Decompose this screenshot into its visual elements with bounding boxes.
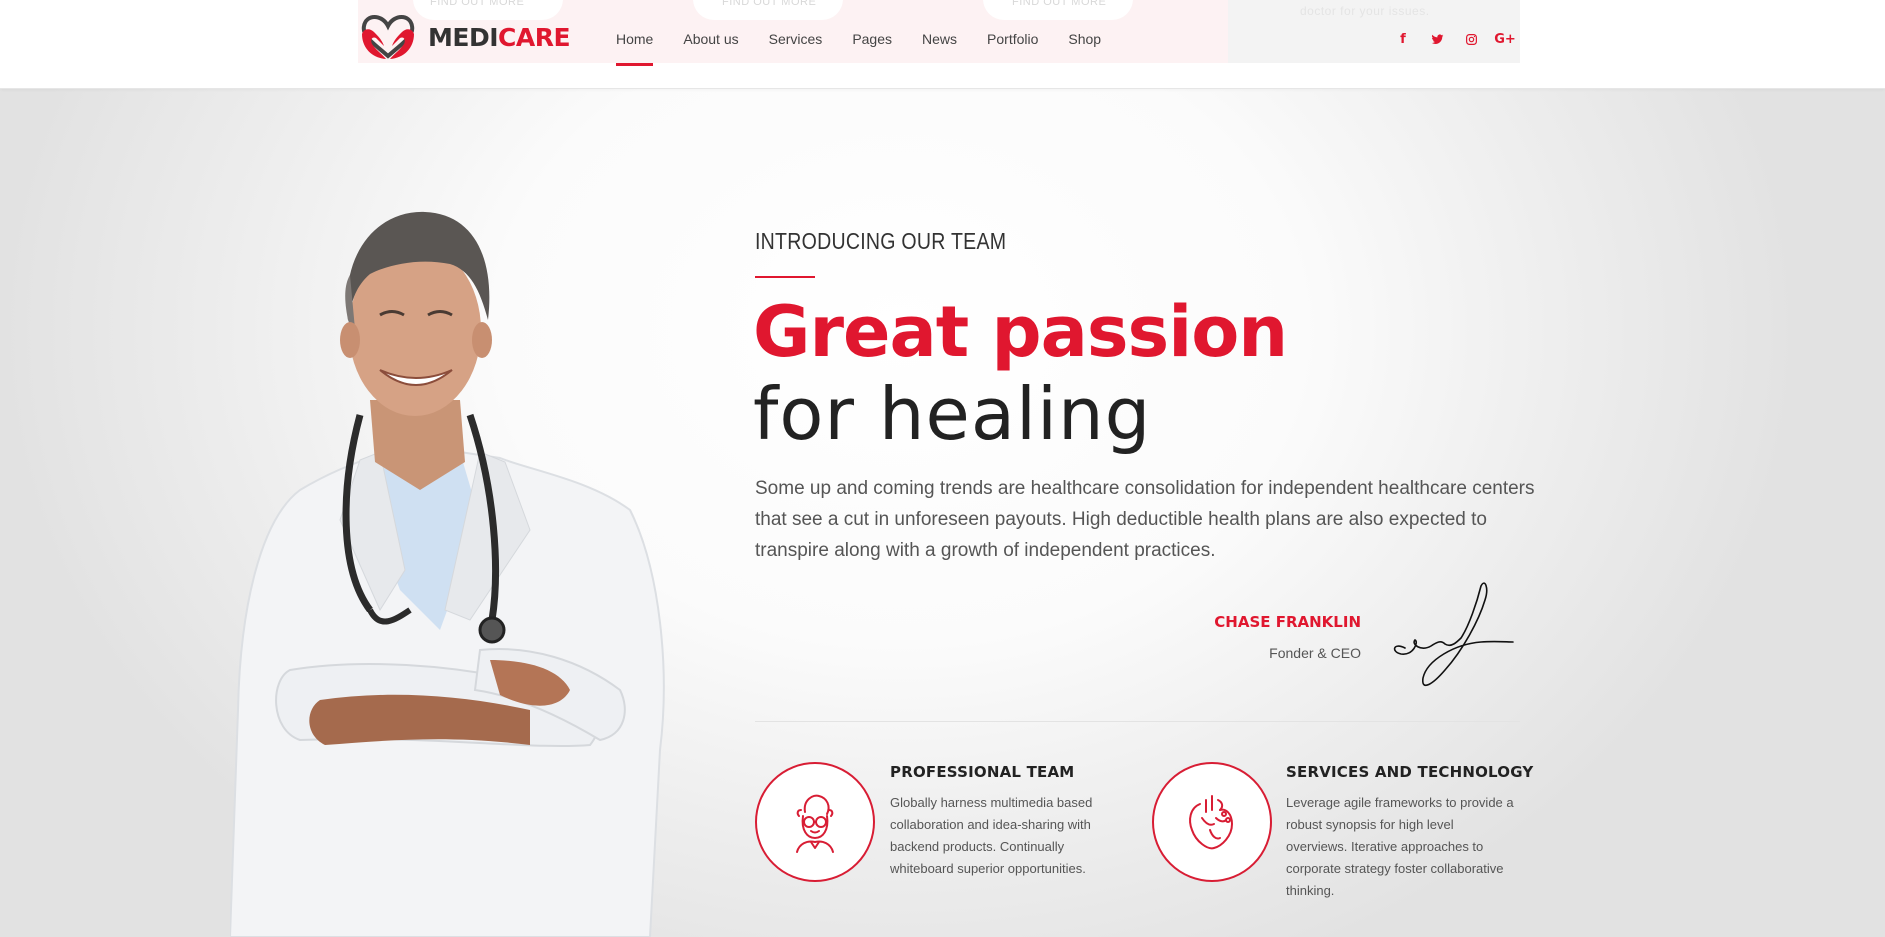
- ghost-button-text: FIND OUT MORE: [430, 0, 525, 8]
- facebook-icon[interactable]: f: [1395, 28, 1411, 50]
- nav-item-news[interactable]: News: [922, 0, 957, 78]
- nav-item-services[interactable]: Services: [769, 0, 823, 78]
- doctor-avatar-icon: [796, 794, 834, 853]
- doctor-photo: [230, 211, 665, 937]
- main-nav: Home About us Services Pages News Portfo…: [616, 0, 1131, 89]
- section-eyebrow: INTRODUCING OUR TEAM: [755, 228, 1007, 254]
- twitter-icon[interactable]: [1429, 28, 1445, 50]
- feature-icon-circle: [1152, 762, 1272, 882]
- google-plus-icon[interactable]: G+: [1494, 28, 1516, 50]
- hero-title-light: for healing: [753, 372, 1152, 456]
- feature-title: SERVICES AND TECHNOLOGY: [1286, 763, 1534, 781]
- section-divider: [755, 721, 1520, 722]
- heart-organ-icon: [1189, 795, 1233, 850]
- logo-text-medi: MEDI: [428, 22, 499, 52]
- social-links: f G+: [1395, 28, 1516, 50]
- feature-icon-circle: [755, 762, 875, 882]
- site-header: FIND OUT MORE FIND OUT MORE FIND OUT MOR…: [0, 0, 1885, 89]
- nav-item-portfolio[interactable]: Portfolio: [987, 0, 1038, 78]
- feature-text: Leverage agile frameworks to provide a r…: [1286, 795, 1514, 898]
- handwritten-signature: [1393, 582, 1514, 687]
- feature-title: PROFESSIONAL TEAM: [890, 763, 1075, 781]
- logo[interactable]: MEDICARE: [358, 12, 571, 62]
- logo-text-care: CARE: [498, 22, 571, 52]
- eyebrow-underline: [755, 276, 815, 278]
- signature-role: Fonder & CEO: [1269, 645, 1361, 661]
- nav-item-about-us[interactable]: About us: [683, 0, 738, 78]
- logo-heart-hands-icon: [361, 15, 415, 59]
- feature-text: Globally harness multimedia based collab…: [890, 795, 1093, 876]
- signature-name: CHASE FRANKLIN: [1214, 613, 1361, 631]
- instagram-icon[interactable]: [1463, 28, 1479, 50]
- nav-item-home[interactable]: Home: [616, 0, 654, 78]
- ghost-tagline: doctor for your issues.: [1300, 4, 1430, 18]
- hero-title-bold: Great passion: [753, 291, 1288, 373]
- nav-item-shop[interactable]: Shop: [1068, 0, 1101, 78]
- nav-item-pages[interactable]: Pages: [852, 0, 892, 78]
- hero-paragraph: Some up and coming trends are healthcare…: [755, 478, 1535, 561]
- logo-text: MEDICARE: [428, 22, 571, 52]
